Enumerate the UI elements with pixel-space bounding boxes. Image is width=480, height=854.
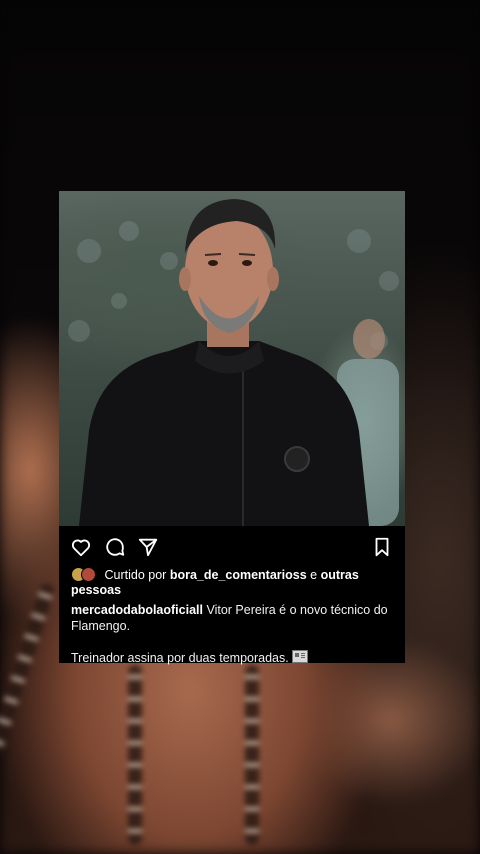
heart-icon[interactable] xyxy=(70,536,92,558)
caption-second-line: Treinador assina por duas temporadas. xyxy=(71,651,289,665)
caption-first-paragraph: mercadodabolaoficiall Vitor Pereira é o … xyxy=(71,602,401,634)
post-caption: mercadodabolaoficiall Vitor Pereira é o … xyxy=(71,602,401,666)
background-bead-string-center xyxy=(128,665,142,845)
post-actions-bar xyxy=(59,526,405,566)
caption-second-paragraph: Treinador assina por duas temporadas. xyxy=(71,650,401,666)
newspaper-icon xyxy=(291,650,308,663)
instagram-post-card: Curtido por bora_de_comentarioss e outra… xyxy=(59,191,405,666)
caption-username[interactable]: mercadodabolaoficiall xyxy=(71,603,203,617)
liked-by-conjunction: e xyxy=(310,568,318,582)
liker-avatars xyxy=(71,567,101,582)
liked-by-username[interactable]: bora_de_comentarioss xyxy=(170,568,307,582)
post-photo[interactable] xyxy=(59,191,405,526)
background-bead-string-right xyxy=(245,665,259,845)
share-icon[interactable] xyxy=(137,536,159,558)
avatar xyxy=(81,567,96,582)
coach-photo-illustration xyxy=(68,199,399,526)
liked-by-line[interactable]: Curtido por bora_de_comentarioss e outra… xyxy=(71,567,401,598)
comment-icon[interactable] xyxy=(104,536,126,558)
bookmark-icon[interactable] xyxy=(371,536,393,558)
liked-by-prefix: Curtido por xyxy=(104,568,167,582)
